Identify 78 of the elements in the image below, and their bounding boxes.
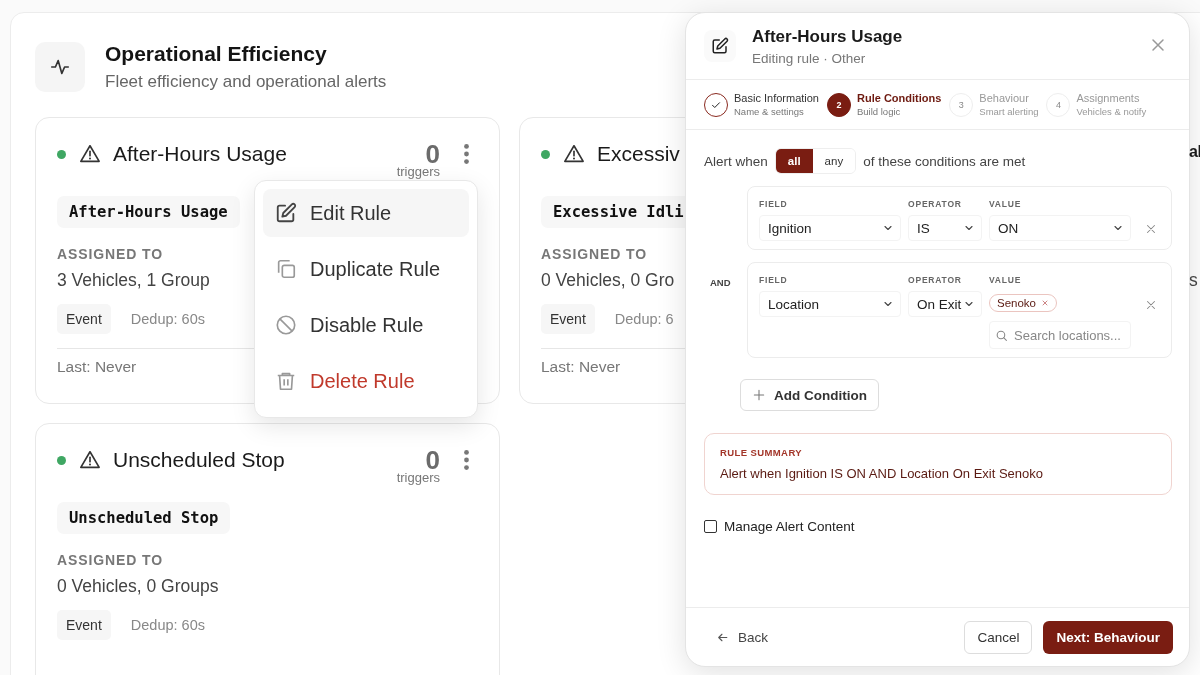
- step-title: Rule Conditions: [857, 92, 942, 104]
- column-label: OPERATOR: [908, 199, 963, 209]
- copy-icon: [275, 258, 297, 280]
- assigned-label: ASSIGNED TO: [541, 246, 649, 262]
- type-tag: Event: [57, 304, 111, 334]
- step-subtitle: Smart alerting: [979, 106, 1039, 117]
- edit-icon: [275, 202, 297, 224]
- match-option[interactable]: all: [775, 149, 813, 173]
- wizard-step[interactable]: Basic Information Name & settings: [704, 92, 819, 117]
- logic-suffix: of these conditions are met: [863, 153, 1026, 169]
- step-number: 2: [827, 92, 851, 117]
- search-field[interactable]: Search locations...: [989, 321, 1131, 349]
- menu-item[interactable]: Edit Rule: [263, 189, 469, 237]
- wizard-step[interactable]: 2 Rule Conditions Build logic: [827, 92, 942, 117]
- close-icon: [1144, 222, 1158, 236]
- step-subtitle: Vehicles & notify: [1076, 106, 1147, 117]
- rule-code: After-Hours Usage: [57, 196, 240, 228]
- more-icon: [463, 450, 469, 470]
- trash-icon: [275, 370, 297, 392]
- assigned-value: 0 Vehicles, 0 Gro: [541, 270, 675, 291]
- dialog-title: After-Hours Usage: [752, 26, 904, 47]
- cut-text: al: [1189, 143, 1200, 161]
- location-tag[interactable]: Senoko: [989, 294, 1057, 312]
- value-select[interactable]: ON: [989, 215, 1131, 241]
- checkbox-label: Manage Alert Content: [724, 519, 855, 534]
- dedup-text: Dedup: 60s: [130, 617, 205, 633]
- conjunction-label: AND: [710, 277, 731, 288]
- field-select[interactable]: Ignition: [759, 215, 901, 241]
- column-label: FIELD: [759, 199, 789, 209]
- step-title: Basic Information: [734, 92, 819, 104]
- rule-title: Excessiv: [597, 142, 680, 166]
- dedup-text: Dedup: 6: [614, 311, 674, 327]
- step-title: Behaviour: [979, 92, 1030, 104]
- rule-code: Unscheduled Stop: [57, 502, 231, 534]
- dedup-text: Dedup: 60s: [130, 311, 205, 327]
- next-button[interactable]: Next: Behaviour: [1043, 620, 1173, 654]
- section-subtitle: Fleet efficiency and operational alerts: [105, 72, 387, 92]
- assigned-value: 3 Vehicles, 1 Group: [57, 270, 210, 291]
- wizard-step[interactable]: 4 Assignments Vehicles & notify: [1046, 92, 1147, 117]
- cut-text: s: [1189, 270, 1198, 291]
- field-select[interactable]: Location: [759, 291, 901, 317]
- dialog-subtitle: Editing rule · Other: [752, 50, 867, 66]
- column-label: FIELD: [759, 275, 789, 285]
- rule-title: After-Hours Usage: [113, 142, 287, 166]
- wizard-step[interactable]: 3 Behaviour Smart alerting: [949, 92, 1039, 117]
- checkbox[interactable]: [704, 520, 717, 533]
- column-label: VALUE: [989, 199, 1023, 209]
- operator-select[interactable]: IS: [908, 215, 982, 241]
- add-condition-button[interactable]: Add Condition: [740, 379, 879, 411]
- warning-icon: [79, 143, 101, 165]
- warning-icon: [79, 449, 101, 471]
- assigned-value: 0 Vehicles, 0 Groups: [57, 576, 219, 597]
- summary-text: Alert when Ignition IS ON AND Location On Exit Senoko: [720, 466, 1044, 481]
- more-icon: [463, 144, 469, 164]
- step-subtitle: Build logic: [857, 106, 902, 117]
- edit-icon: [711, 37, 729, 55]
- column-label: VALUE: [989, 275, 1023, 285]
- assigned-label: ASSIGNED TO: [57, 552, 165, 568]
- rule-title: Unscheduled Stop: [113, 448, 285, 472]
- menu-item[interactable]: Duplicate Rule: [263, 245, 469, 293]
- back-button[interactable]: Back: [716, 629, 768, 645]
- assigned-label: ASSIGNED TO: [57, 246, 165, 262]
- operator-select[interactable]: On Exit: [908, 291, 982, 317]
- summary-label: RULE SUMMARY: [720, 447, 804, 458]
- menu-item[interactable]: Disable Rule: [263, 301, 469, 349]
- warning-icon: [563, 143, 585, 165]
- plus-icon: [752, 388, 766, 402]
- type-tag: Event: [57, 610, 111, 640]
- step-subtitle: Name & settings: [734, 106, 805, 117]
- close-icon: [1144, 298, 1158, 312]
- remove-icon: [1041, 299, 1049, 307]
- section-title: Operational Efficiency: [105, 42, 328, 66]
- cancel-button[interactable]: Cancel: [964, 620, 1033, 654]
- step-title: Assignments: [1076, 92, 1141, 104]
- ban-icon: [275, 314, 297, 336]
- type-tag: Event: [541, 304, 595, 334]
- logic-prefix: Alert when: [704, 153, 768, 169]
- column-label: OPERATOR: [908, 275, 963, 285]
